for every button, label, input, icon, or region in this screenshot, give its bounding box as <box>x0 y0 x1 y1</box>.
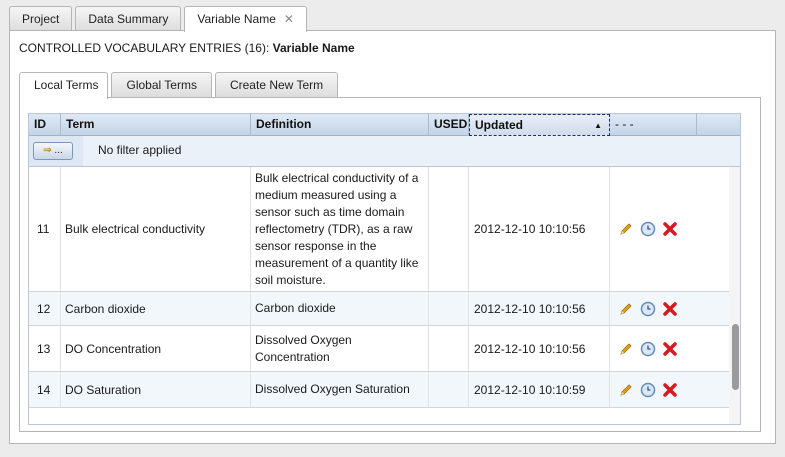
page-title-name: Variable Name <box>272 41 355 55</box>
edit-pencil-icon[interactable] <box>618 301 634 317</box>
column-header-updated-label: Updated <box>475 118 523 132</box>
cell-definition: Carbon dioxide <box>251 292 429 325</box>
history-clock-icon[interactable] <box>640 341 656 357</box>
tab-create-new-term[interactable]: Create New Term <box>214 72 339 97</box>
table-row[interactable]: 12 Carbon dioxide Carbon dioxide 2012-12… <box>29 292 729 326</box>
filter-arrow-icon: ⇒ <box>43 145 52 156</box>
terms-grid: ID Term Definition USED Updated ▲ - - - … <box>28 113 741 425</box>
cell-used <box>429 167 469 291</box>
tab-global-terms[interactable]: Global Terms <box>111 72 212 97</box>
term-tab-bar: Local Terms Global Terms Create New Term <box>19 72 341 99</box>
column-header-definition[interactable]: Definition <box>251 114 429 136</box>
column-header-id[interactable]: ID <box>29 114 61 136</box>
cell-term: DO Saturation <box>61 372 251 407</box>
cell-term: Carbon dioxide <box>61 292 251 325</box>
cell-updated: 2012-12-10 10:10:56 <box>469 292 610 325</box>
filter-button[interactable]: ⇒ ... <box>33 142 73 160</box>
cell-definition: Dissolved Oxygen Saturation <box>251 372 429 407</box>
page-title-prefix: CONTROLLED VOCABULARY ENTRIES (16): <box>19 41 270 55</box>
column-header-used[interactable]: USED <box>429 114 469 136</box>
cell-definition: Dissolved Oxygen Concentration <box>251 326 429 371</box>
table-row[interactable]: 13 DO Concentration Dissolved Oxygen Con… <box>29 326 729 372</box>
cell-used <box>429 326 469 371</box>
tab-data-summary-label: Data Summary <box>88 12 169 26</box>
cell-used <box>429 372 469 407</box>
table-row[interactable]: 11 Bulk electrical conductivity Bulk ele… <box>29 167 729 292</box>
delete-x-icon[interactable] <box>662 382 678 398</box>
edit-pencil-icon[interactable] <box>618 382 634 398</box>
delete-x-icon[interactable] <box>662 221 678 237</box>
row-actions <box>610 372 697 407</box>
delete-x-icon[interactable] <box>662 341 678 357</box>
tab-local-terms[interactable]: Local Terms <box>19 72 109 99</box>
history-clock-icon[interactable] <box>640 301 656 317</box>
local-terms-panel: ID Term Definition USED Updated ▲ - - - … <box>19 97 761 432</box>
history-clock-icon[interactable] <box>640 221 656 237</box>
delete-x-icon[interactable] <box>662 301 678 317</box>
cell-id: 11 <box>29 167 61 291</box>
cell-updated: 2012-12-10 10:10:56 <box>469 167 610 291</box>
tab-data-summary[interactable]: Data Summary <box>75 6 182 31</box>
row-actions <box>610 167 697 291</box>
cell-id: 13 <box>29 326 61 371</box>
main-panel: CONTROLLED VOCABULARY ENTRIES (16): Vari… <box>9 30 776 444</box>
sort-ascending-icon: ▲ <box>594 121 602 130</box>
column-header-term[interactable]: Term <box>61 114 251 136</box>
tab-create-new-term-label: Create New Term <box>229 78 324 92</box>
cell-id: 12 <box>29 292 61 325</box>
scrollbar-thumb[interactable] <box>732 324 739 390</box>
page-title: CONTROLLED VOCABULARY ENTRIES (16): Vari… <box>19 41 355 55</box>
cell-updated: 2012-12-10 10:10:56 <box>469 326 610 371</box>
column-header-actions: - - - <box>610 114 697 136</box>
cell-updated: 2012-12-10 10:10:59 <box>469 372 610 407</box>
tab-project-label: Project <box>22 12 60 26</box>
history-clock-icon[interactable] <box>640 382 656 398</box>
cell-definition: Bulk electrical conductivity of a medium… <box>251 167 429 291</box>
cell-id: 14 <box>29 372 61 407</box>
filter-dots: ... <box>54 145 63 156</box>
tab-global-terms-label: Global Terms <box>126 78 197 92</box>
column-header-updated[interactable]: Updated ▲ <box>469 114 610 136</box>
tab-variable-name-label: Variable Name <box>197 12 276 26</box>
vertical-scrollbar[interactable] <box>729 167 740 424</box>
edit-pencil-icon[interactable] <box>618 221 634 237</box>
grid-header: ID Term Definition USED Updated ▲ - - - <box>29 114 740 136</box>
tab-variable-name[interactable]: Variable Name ✕ <box>184 6 307 32</box>
filter-status: No filter applied <box>83 136 740 166</box>
tab-local-terms-label: Local Terms <box>34 78 99 92</box>
top-tab-bar: Project Data Summary Variable Name ✕ <box>9 6 310 32</box>
tab-project[interactable]: Project <box>9 6 73 31</box>
cell-term: Bulk electrical conductivity <box>61 167 251 291</box>
table-row[interactable]: 14 DO Saturation Dissolved Oxygen Satura… <box>29 372 729 408</box>
row-actions <box>610 326 697 371</box>
filter-bar: ⇒ ... No filter applied <box>29 136 740 167</box>
row-actions <box>610 292 697 325</box>
cell-term: DO Concentration <box>61 326 251 371</box>
edit-pencil-icon[interactable] <box>618 341 634 357</box>
close-tab-icon[interactable]: ✕ <box>284 12 294 26</box>
cell-used <box>429 292 469 325</box>
